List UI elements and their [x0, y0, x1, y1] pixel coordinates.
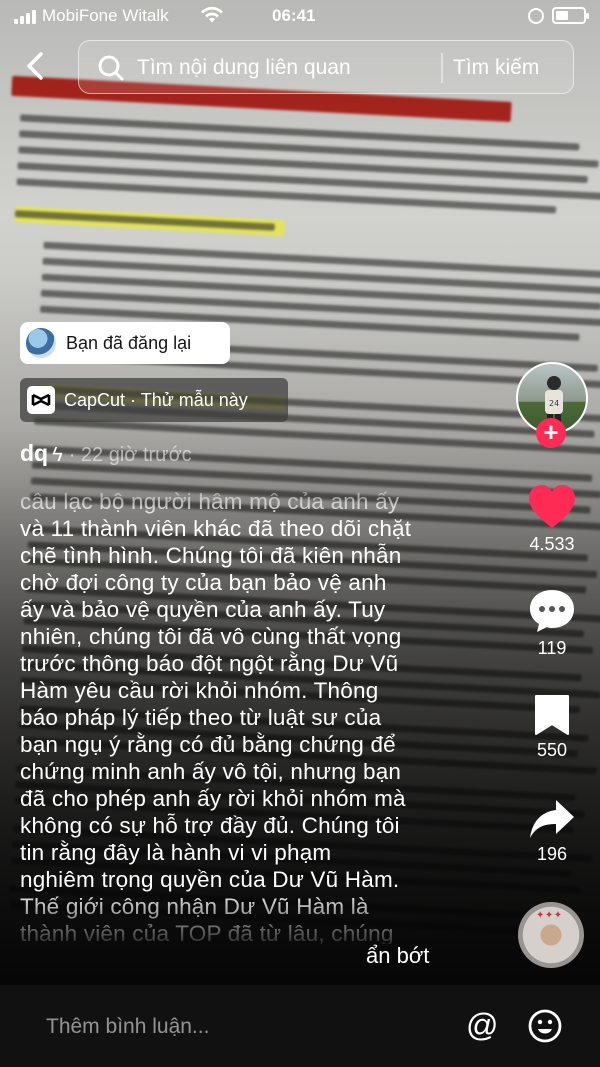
caption-line: nghiêm trọng quyền của Dư Vũ Hàm.: [20, 867, 400, 892]
save-button[interactable]: 550: [512, 694, 592, 761]
emoji-icon[interactable]: [528, 1009, 562, 1043]
caption-line: chứng minh anh ấy vô tội, nhưng bạn: [20, 759, 402, 784]
capcut-template-link[interactable]: CapCut · Thử mẫu này: [20, 378, 288, 422]
avatar: [26, 328, 56, 358]
caption-line: Hàm yêu cầu rời khỏi nhóm. Thông: [20, 678, 379, 703]
search-divider: [441, 53, 443, 83]
author-line: dq ϟ · 22 giờ trước: [20, 440, 192, 470]
repost-label: Bạn đã đăng lại: [66, 333, 192, 353]
repost-badge[interactable]: Bạn đã đăng lại: [20, 322, 230, 364]
caption-line: thành viên của TOP đã từ lâu, chúng: [20, 921, 394, 944]
signal-icon: [14, 10, 38, 24]
bookmark-icon: [535, 695, 569, 735]
caption-line: bạn ngụ ý rằng có đủ bằng chứng để: [20, 732, 396, 757]
heart-icon: [529, 485, 575, 528]
music-disc-art: ✦✦✦: [536, 910, 563, 921]
capcut-logo-icon: [27, 386, 55, 414]
post-time: · 22 giờ trước: [68, 444, 192, 466]
status-bar: MobiFone Witalk 06:41: [0, 0, 600, 34]
comment-icon: [530, 590, 574, 632]
search-icon: [98, 55, 124, 81]
caption-line: chờ đợi công ty của bạn bảo vệ anh: [20, 570, 387, 595]
collapse-caption-button[interactable]: ẩn bớt: [366, 943, 429, 969]
follow-button[interactable]: +: [536, 418, 566, 448]
comment-count: 119: [537, 638, 567, 658]
caption-line: báo pháp lý tiếp theo từ luật sư của: [20, 705, 382, 730]
comment-button[interactable]: 119: [512, 588, 592, 659]
music-disc[interactable]: ✦✦✦: [518, 902, 584, 968]
caption-line: đã cho phép anh ấy rời khỏi nhóm mà: [20, 786, 406, 811]
author-name[interactable]: dq: [20, 440, 48, 466]
caption-line: câu lạc bộ người hâm mộ của anh ấy: [20, 489, 400, 514]
caption-line: ấy và bảo vệ quyền của anh ấy. Tuy: [20, 597, 386, 622]
caption-line: và 11 thành viên khác đã theo dõi chặt: [20, 516, 412, 541]
like-count: 4.533: [529, 534, 575, 554]
caption-line: không có sự hỗ trợ đầy đủ. Chúng tôi: [20, 813, 400, 838]
clock: 06:41: [272, 6, 316, 25]
comment-bar: Thêm bình luận... @: [0, 985, 600, 1067]
caption-line: tin rằng đây là hành vi vi phạm: [20, 840, 332, 865]
search-bar[interactable]: Tìm nội dung liên quan Tìm kiếm: [78, 40, 574, 94]
save-count: 550: [536, 740, 568, 760]
search-input[interactable]: Tìm nội dung liên quan: [137, 56, 351, 80]
like-button[interactable]: 4.533: [512, 484, 592, 555]
capcut-label: CapCut · Thử mẫu này: [64, 390, 248, 410]
lightning-icon: ϟ: [52, 444, 63, 466]
action-rail: 24 + 4.533 119 550 196 ✦✦✦: [512, 0, 592, 1067]
comment-input[interactable]: Thêm bình luận...: [46, 1015, 209, 1039]
wifi-icon: [201, 6, 223, 23]
back-arrow-icon[interactable]: [20, 50, 52, 82]
caption-line: trước thông báo đột ngột rằng Dư Vũ: [20, 651, 399, 676]
caption-line: chẽ tình hình. Chúng tôi đã kiên nhẫn: [20, 543, 402, 568]
svg-text:24: 24: [549, 399, 559, 408]
share-arrow-icon: [530, 800, 574, 838]
caption-line: Thế giới công nhận Dư Vũ Hàm là: [20, 894, 369, 919]
video-caption[interactable]: câu lạc bộ người hâm mộ của anh ấy và 11…: [20, 488, 460, 944]
share-button[interactable]: 196: [512, 798, 592, 865]
mention-icon[interactable]: @: [466, 1007, 498, 1044]
caption-line: nhiên, chúng tôi đã vô cùng thất vọng: [20, 624, 402, 649]
share-count: 196: [536, 844, 568, 864]
carrier-name: MobiFone Witalk: [42, 6, 169, 25]
